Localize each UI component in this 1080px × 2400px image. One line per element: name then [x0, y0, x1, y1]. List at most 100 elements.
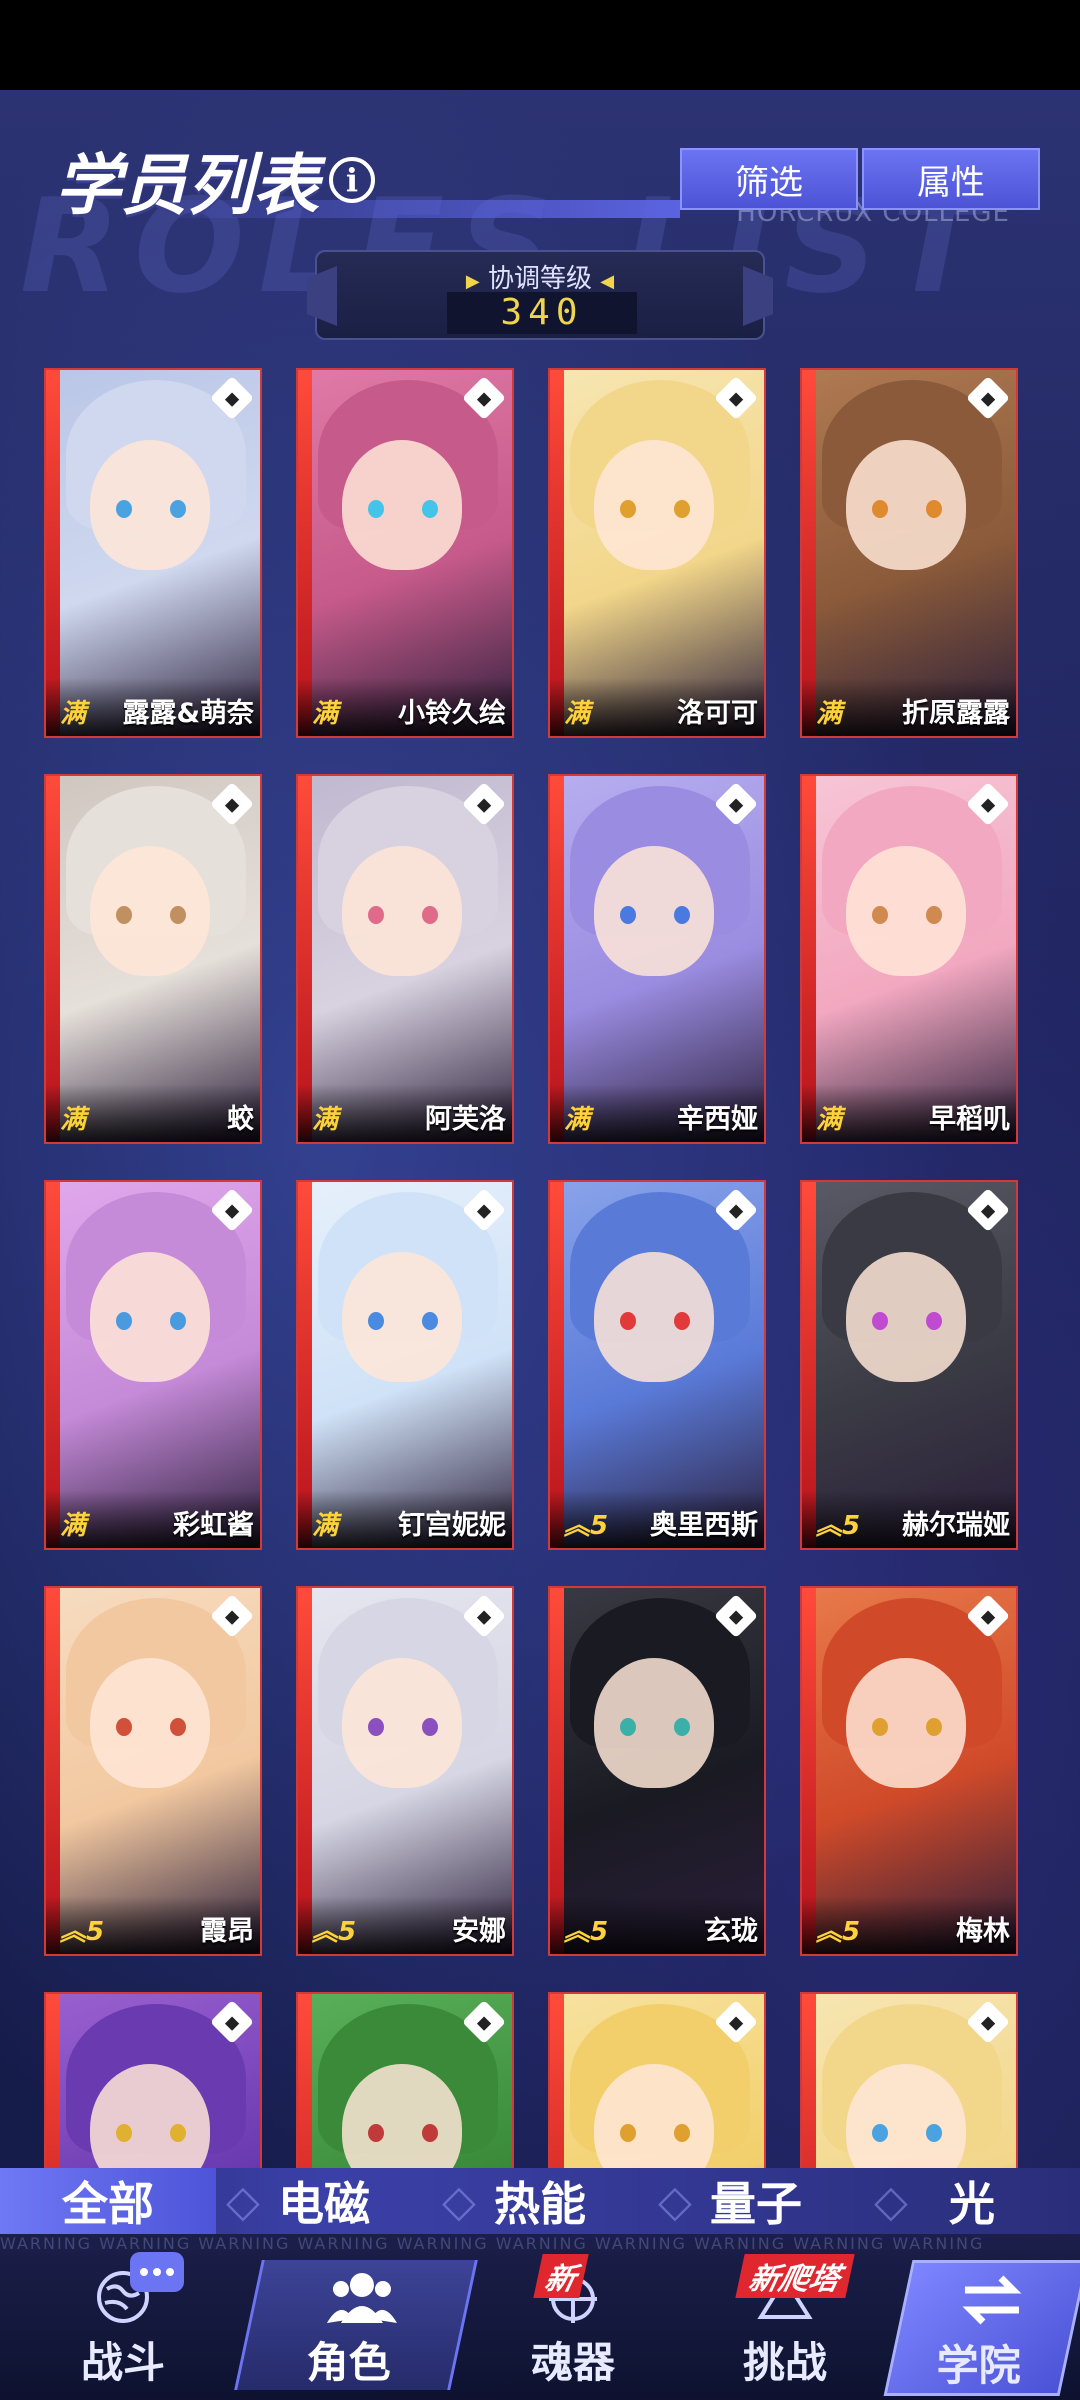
bottom-nav: WARNING WARNING WARNING WARNING WARNING … [0, 2234, 1080, 2400]
rank-badge: 满 [60, 1105, 87, 1135]
filter-tab[interactable]: ◇ 量子 [648, 2168, 864, 2234]
sync-level-value: 340 [447, 292, 637, 334]
student-card[interactable]: ◆ 满 彩虹酱 [44, 1180, 262, 1550]
attribute-button[interactable]: 属性 [862, 148, 1040, 210]
sync-level-label-row: ▶ 协调等级 ◀ [317, 258, 763, 295]
character-eyes [116, 500, 186, 518]
element-icon: ◇ [442, 2176, 476, 2227]
filter-button[interactable]: 筛选 [680, 148, 858, 210]
chat-icon[interactable] [130, 2252, 184, 2292]
rank-badge: 满 [312, 1105, 339, 1135]
header-buttons: 筛选 属性 [680, 148, 1040, 210]
rank-badge: ︽5 [60, 1917, 105, 1947]
student-card[interactable]: ◆ 满 阿芙洛 [296, 774, 514, 1144]
filter-tab[interactable]: ◇ 电磁 [216, 2168, 432, 2234]
nav-soul[interactable]: 新 魂器 [468, 2254, 678, 2390]
rank-badge: ︽5 [816, 1917, 861, 1947]
character-eyes [116, 2124, 186, 2142]
student-card[interactable]: ◆ 满 露露&萌奈 [44, 368, 262, 738]
filter-tab[interactable]: ◇ 光 [864, 2168, 1080, 2234]
student-card[interactable]: ◆ ︽5 玄珑 [548, 1586, 766, 1956]
rank-badge: ︽5 [312, 1917, 357, 1947]
filter-tab-label: 热能 [494, 2177, 586, 2231]
student-card[interactable]: ◆ 满 洛可可 [548, 368, 766, 738]
nav-challenge[interactable]: 新爬塔 挑战 [680, 2254, 890, 2390]
student-card[interactable]: ◆ ︽5 赫尔瑞娅 [800, 1180, 1018, 1550]
status-bar [0, 0, 1080, 90]
student-name: 折原露露 [902, 698, 1010, 729]
character-eyes [620, 906, 690, 924]
rank-badge: ︽5 [564, 1917, 609, 1947]
character-eyes [368, 1718, 438, 1736]
card-rarity-edge [550, 1994, 564, 2168]
triangle-left-icon: ◀ [600, 271, 615, 292]
student-grid: ◆ 满 露露&萌奈 ◆ 满 小铃久绘 ◆ 满 洛可可 ◆ 满 折原露露 ◆ 满 … [44, 368, 1044, 2168]
student-card[interactable]: ◆ 满 蛟 [44, 774, 262, 1144]
student-card[interactable]: ◆ ︽5 梅林 [800, 1586, 1018, 1956]
filter-tab[interactable]: ◇ 热能 [432, 2168, 648, 2234]
new-tower-badge: 新爬塔 [735, 2254, 855, 2298]
student-card[interactable]: ◆ [44, 1992, 262, 2168]
nav-role[interactable]: 角色 [234, 2260, 478, 2390]
rank-badge: 满 [60, 699, 87, 729]
character-eyes [872, 2124, 942, 2142]
page-header: 学员列表 i [55, 140, 375, 224]
student-card[interactable]: ◆ ︽5 奥里西斯 [548, 1180, 766, 1550]
character-eyes [368, 1312, 438, 1330]
student-card[interactable]: ◆ 满 早稻叽 [800, 774, 1018, 1144]
character-eyes [116, 1312, 186, 1330]
nav-academy[interactable]: 学院 [883, 2260, 1080, 2396]
filter-tab-label: 电磁 [278, 2177, 370, 2231]
student-name: 钉宫妮妮 [398, 1510, 506, 1541]
card-name-bar: 满 阿芙洛 [298, 1084, 512, 1142]
character-eyes [368, 500, 438, 518]
nav-battle[interactable]: 战斗 [18, 2252, 228, 2390]
new-badge: 新 [533, 2254, 589, 2298]
card-name-bar: ︽5 安娜 [298, 1896, 512, 1954]
card-name-bar: ︽5 赫尔瑞娅 [802, 1490, 1016, 1548]
info-icon[interactable]: i [329, 157, 375, 203]
student-card[interactable]: ◆ [296, 1992, 514, 2168]
student-card[interactable]: ◆ 满 小铃久绘 [296, 368, 514, 738]
rank-badge: 满 [312, 1511, 339, 1541]
sync-level-panel: ▶ 协调等级 ◀ 340 [315, 250, 765, 340]
nav-academy-label: 学院 [936, 2341, 1021, 2390]
triangle-right-icon: ▶ [465, 271, 480, 292]
character-eyes [116, 1718, 186, 1736]
student-card[interactable]: ◆ 满 折原露露 [800, 368, 1018, 738]
student-card[interactable]: ◆ ︽5 安娜 [296, 1586, 514, 1956]
element-icon: ◇ [874, 2176, 908, 2227]
character-eyes [368, 906, 438, 924]
card-name-bar: 满 蛟 [46, 1084, 260, 1142]
student-name: 辛西娅 [677, 1104, 758, 1135]
card-name-bar: 满 彩虹酱 [46, 1490, 260, 1548]
student-name: 彩虹酱 [173, 1510, 254, 1541]
rank-badge: 满 [312, 699, 339, 729]
student-name: 蛟 [227, 1104, 254, 1135]
card-name-bar: 满 早稻叽 [802, 1084, 1016, 1142]
student-card[interactable]: ◆ 满 辛西娅 [548, 774, 766, 1144]
element-icon: ◇ [658, 2176, 692, 2227]
student-card[interactable]: ◆ [548, 1992, 766, 2168]
student-name: 梅林 [956, 1916, 1010, 1947]
nav-challenge-label: 挑战 [742, 2338, 827, 2387]
student-name: 小铃久绘 [398, 698, 506, 729]
student-name: 奥里西斯 [650, 1510, 758, 1541]
character-eyes [872, 1718, 942, 1736]
filter-tab[interactable]: 全部 [0, 2168, 216, 2234]
student-card[interactable]: ◆ 满 钉宫妮妮 [296, 1180, 514, 1550]
nav-battle-label: 战斗 [80, 2338, 165, 2387]
nav-role-label: 角色 [306, 2338, 391, 2387]
element-icon: ◇ [226, 2176, 260, 2227]
character-eyes [872, 906, 942, 924]
character-eyes [368, 2124, 438, 2142]
rank-badge: 满 [60, 1511, 87, 1541]
character-eyes [620, 500, 690, 518]
card-name-bar: 满 露露&萌奈 [46, 678, 260, 736]
filter-tab-label: 量子 [710, 2177, 802, 2231]
card-rarity-edge [298, 1994, 312, 2168]
character-eyes [620, 2124, 690, 2142]
student-card[interactable]: ◆ ︽5 霞昂 [44, 1586, 262, 1956]
student-card[interactable]: ◆ [800, 1992, 1018, 2168]
card-rarity-edge [46, 1994, 60, 2168]
